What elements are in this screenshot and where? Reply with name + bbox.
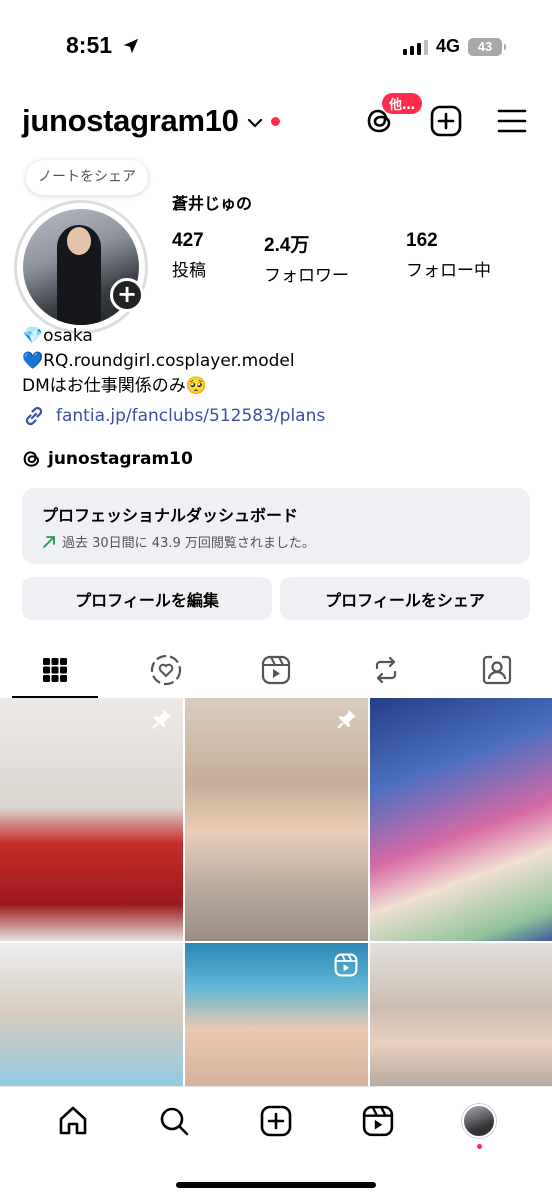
stat-value: 162 [406,230,438,251]
home-icon [59,1106,87,1135]
add-story-button[interactable]: + [110,278,144,312]
network-type: 4G [435,36,460,56]
dashboard-views-text: 過去 30日間に 43.9 万回閲覧されました。 [62,536,315,551]
content-tabs [0,644,552,698]
stat-value: 2.4万 [264,235,310,256]
bio-line: 💎osaka [22,326,93,346]
avatar-ring[interactable] [14,200,148,334]
battery-icon: 43 [468,37,506,56]
pin-icon [152,710,171,729]
stat-label: フォロー中 [406,261,491,281]
post-thumbnail[interactable] [185,943,368,1086]
post-thumbnail[interactable] [0,943,183,1086]
reel-indicator-icon [334,953,358,977]
add-square-icon [430,105,462,137]
bio-line: DMはお仕事関係のみ🥺 [22,376,207,396]
nav-profile[interactable] [428,1087,530,1155]
profile-notification-dot [477,1144,483,1149]
link-text[interactable]: fantia.jp/fanclubs/512583/plans [56,406,325,426]
clock: 8:51 [66,32,113,58]
pin-icon [337,710,356,729]
post-thumbnail[interactable] [370,698,552,941]
profile-header: junostagram10 他… [22,93,530,144]
header-actions: 他… [362,93,530,139]
status-indicators: 4G 43 [402,36,506,57]
posts-grid [0,698,552,1086]
dashboard-subtitle: 過去 30日間に 43.9 万回閲覧されました。 [42,532,510,551]
tab-reposts[interactable] [331,644,441,696]
collab-heart-icon [150,654,181,686]
share-profile-button[interactable]: プロフィールをシェア [280,577,530,620]
threads-notification-badge: 他… [382,93,423,114]
tab-tagged[interactable] [442,644,552,696]
create-button[interactable] [428,103,464,139]
professional-dashboard[interactable]: プロフェッショナルダッシュボード 過去 30日間に 43.9 万回閲覧されました… [22,488,530,564]
nav-reels[interactable] [327,1087,429,1155]
unread-dot [270,116,280,126]
edit-profile-button[interactable]: プロフィールを編集 [22,577,272,620]
reels-icon [261,655,291,685]
bio: 💎osaka 💙RQ.roundgirl.cosplayer.model DMは… [22,324,530,399]
posts-grid-icon [43,658,68,682]
stat-label: フォロワー [264,266,349,286]
threads-icon [23,451,40,467]
add-square-icon [260,1105,292,1137]
menu-button[interactable] [494,103,530,139]
stat-value: 427 [172,230,204,251]
tab-posts[interactable] [0,644,110,698]
repost-icon [376,656,397,684]
location-arrow-icon [124,38,139,54]
search-icon [161,1107,189,1136]
chevron-down-icon[interactable] [247,117,263,129]
profile-avatar-icon [462,1104,497,1138]
link-icon [25,406,43,426]
stat-label: 投稿 [172,261,206,281]
signal-icon [402,39,428,55]
bio-line: 💙RQ.roundgirl.cosplayer.model [22,351,295,371]
note-bubble[interactable]: ノートをシェア [26,160,148,195]
reels-icon [362,1105,393,1137]
display-name: 蒼井じゅの [172,194,253,213]
bottom-nav [0,1086,552,1200]
bio-link[interactable]: fantia.jp/fanclubs/512583/plans [22,404,325,428]
account-switcher-username[interactable]: junostagram10 [22,103,239,139]
stat-followers[interactable]: 2.4万 フォロワー [264,230,349,286]
nav-create[interactable] [225,1087,327,1155]
profile-actions: プロフィールを編集 プロフィールをシェア [22,577,530,620]
post-thumbnail[interactable] [185,698,368,941]
profile-summary: ノートをシェア + 蒼井じゅの 427 投稿 2.4万 フォロワー 162 フォ… [14,160,538,334]
post-thumbnail[interactable] [370,943,552,1086]
tab-collab[interactable] [110,644,220,696]
nav-home[interactable] [22,1087,124,1155]
stat-following[interactable]: 162 フォロー中 [406,230,491,281]
avatar-face [67,227,91,255]
tab-reels[interactable] [221,644,331,696]
stat-posts[interactable]: 427 投稿 [172,230,206,281]
status-bar: 8:51 4G 43 [0,0,552,90]
post-thumbnail[interactable] [0,698,183,941]
threads-button[interactable]: 他… [362,93,423,139]
threads-handle: junostagram10 [48,449,193,469]
dashboard-title: プロフェッショナルダッシュボード [42,506,299,525]
nav-search[interactable] [124,1087,226,1155]
tagged-person-icon [482,655,511,685]
trend-up-icon [43,535,55,548]
threads-profile-link[interactable]: junostagram10 [22,448,193,470]
status-time: 8:51 [66,32,140,59]
home-indicator[interactable] [176,1182,376,1188]
hamburger-menu-icon [497,109,527,133]
